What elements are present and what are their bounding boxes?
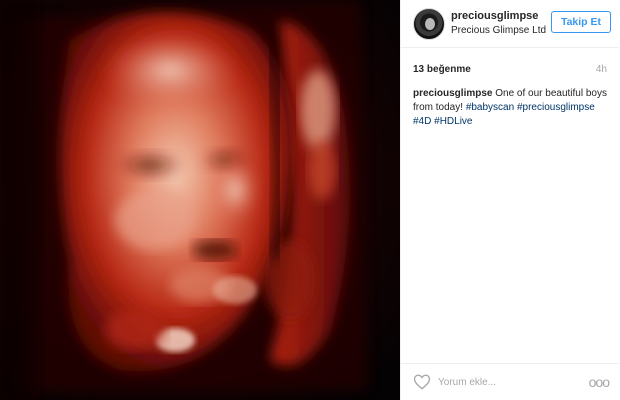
post-stats: 13 beğenme 4h <box>413 64 607 75</box>
instagram-post: preciousglimpse Precious Glimpse Ltd Tak… <box>0 0 620 400</box>
comment-input[interactable] <box>438 372 578 392</box>
avatar-icon <box>425 18 435 30</box>
hashtag-4d[interactable]: #4D <box>413 116 431 127</box>
author-full-name: Precious Glimpse Ltd <box>451 25 547 36</box>
caption-username[interactable]: preciousglimpse <box>413 88 492 99</box>
post-footer: ooo <box>401 363 619 400</box>
post-time[interactable]: 4h <box>596 64 607 75</box>
hashtag-preciousglimpse[interactable]: #preciousglimpse <box>517 102 595 113</box>
post-image[interactable] <box>0 0 400 400</box>
hashtag-hdlive[interactable]: #HDLive <box>434 116 472 127</box>
post-side-panel: preciousglimpse Precious Glimpse Ltd Tak… <box>400 0 619 400</box>
avatar[interactable] <box>413 8 445 40</box>
post-caption: preciousglimpse One of our beautiful boy… <box>413 87 609 129</box>
follow-button[interactable]: Takip Et <box>550 11 611 33</box>
post-header: preciousglimpse Precious Glimpse Ltd Tak… <box>401 0 619 48</box>
more-options-icon[interactable]: ooo <box>589 375 610 389</box>
likes-count[interactable]: 13 beğenme <box>413 64 471 75</box>
author-username[interactable]: preciousglimpse <box>451 10 538 22</box>
heart-icon[interactable] <box>413 373 431 391</box>
hashtag-babyscan[interactable]: #babyscan <box>466 102 514 113</box>
ultrasound-image <box>0 0 400 400</box>
